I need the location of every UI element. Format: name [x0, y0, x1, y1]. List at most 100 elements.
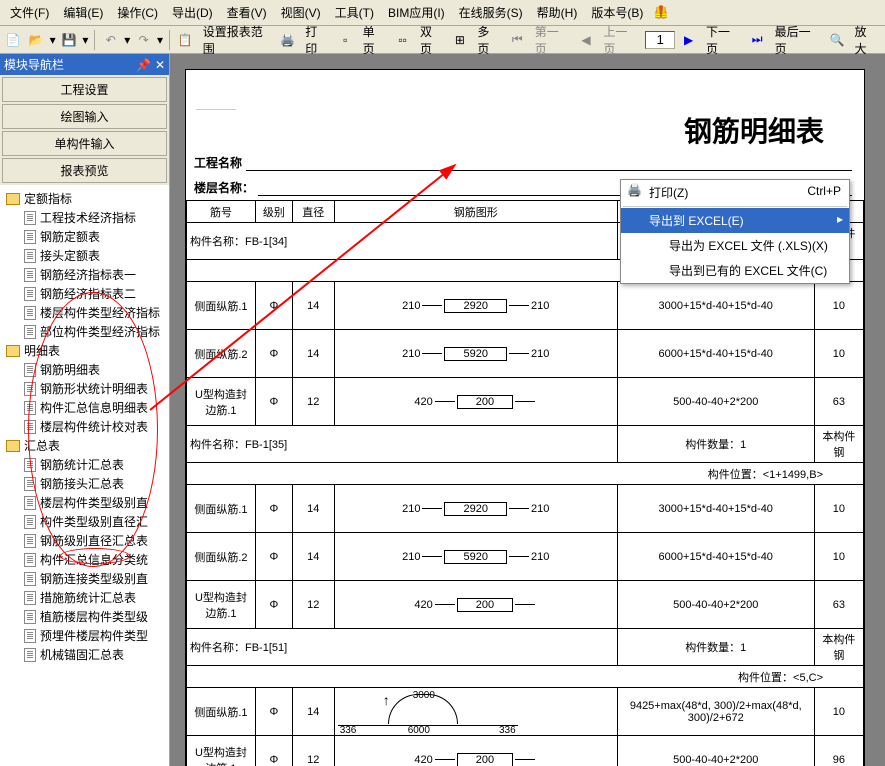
- last-page-icon[interactable]: ⏭: [748, 30, 767, 50]
- tree-item[interactable]: 工程技术经济指标: [2, 208, 167, 227]
- report-viewport: 钢筋明细表 工程名称 楼层名称： 筋号级别直径钢筋图形计算公式根数构件名称：FB…: [170, 54, 885, 766]
- bar-calc: 3000+15*d-40+15*d-40: [617, 485, 814, 533]
- bar-shape: 2102920210: [334, 282, 617, 330]
- next-page-icon[interactable]: ▶: [679, 30, 698, 50]
- double-page-button[interactable]: 双页: [416, 23, 447, 57]
- document-icon: [24, 306, 36, 320]
- bar-shape: 3000↑3366000336: [334, 688, 617, 736]
- menu-file[interactable]: 文件(F): [4, 2, 55, 23]
- first-page-icon[interactable]: ⏮: [508, 30, 527, 50]
- open-icon[interactable]: 📂: [27, 30, 46, 50]
- tree-item[interactable]: 接头定额表: [2, 246, 167, 265]
- member-extra: 本构件钢: [814, 629, 863, 666]
- tree-item[interactable]: 钢筋接头汇总表: [2, 474, 167, 493]
- tree-item[interactable]: 楼层构件类型经济指标: [2, 303, 167, 322]
- document-icon: [24, 648, 36, 662]
- tree-item[interactable]: 钢筋统计汇总表: [2, 455, 167, 474]
- document-icon: [24, 363, 36, 377]
- bar-count: 63: [814, 581, 863, 629]
- menu-online[interactable]: 在线服务(S): [453, 2, 529, 23]
- ctx-export-existing[interactable]: 导出到已有的 EXCEL 文件(C): [621, 258, 849, 283]
- multi-page-button[interactable]: 多页: [473, 23, 504, 57]
- zoom-button[interactable]: 放大: [851, 23, 882, 57]
- tree-folder[interactable]: 定额指标: [2, 189, 167, 208]
- range-icon: 📋: [176, 30, 195, 50]
- tree-item[interactable]: 钢筋级别直径汇总表: [2, 531, 167, 550]
- sidebar-btn-report[interactable]: 报表预览: [2, 158, 167, 183]
- bar-level: Φ: [255, 282, 292, 330]
- bar-diameter: 14: [292, 485, 334, 533]
- tree-item[interactable]: 部位构件类型经济指标: [2, 322, 167, 341]
- document-icon: [24, 572, 36, 586]
- tree-folder[interactable]: 汇总表: [2, 436, 167, 455]
- save-icon[interactable]: 💾: [60, 30, 79, 50]
- tree-item[interactable]: 构件汇总信息明细表: [2, 398, 167, 417]
- zoom-icon[interactable]: 🔍: [828, 30, 847, 50]
- menu-help[interactable]: 帮助(H): [531, 2, 584, 23]
- bar-shape: 2105920210: [334, 533, 617, 581]
- sidebar: 模块导航栏 📌✕ 工程设置 绘图输入 单构件输入 报表预览 定额指标工程技术经济…: [0, 54, 170, 766]
- undo-icon[interactable]: ↶: [101, 30, 120, 50]
- page-number-input[interactable]: [645, 31, 675, 49]
- bar-calc: 500-40-40+2*200: [617, 378, 814, 426]
- document-icon: [24, 458, 36, 472]
- tree-item[interactable]: 钢筋经济指标表一: [2, 265, 167, 284]
- bar-shape: 420200: [334, 378, 617, 426]
- bar-name: 侧面纵筋.2: [187, 533, 256, 581]
- hardhat-icon[interactable]: 🦺: [651, 2, 671, 22]
- set-range-button[interactable]: 设置报表范围: [199, 23, 275, 57]
- redo-icon[interactable]: ↷: [134, 30, 153, 50]
- tree-item[interactable]: 钢筋连接类型级别直: [2, 569, 167, 588]
- sidebar-btn-draw[interactable]: 绘图输入: [2, 104, 167, 129]
- tree-item[interactable]: 构件类型级别直径汇: [2, 512, 167, 531]
- menu-export[interactable]: 导出(D): [166, 2, 219, 23]
- member-count: 构件数量：1: [617, 426, 814, 463]
- bar-count: 96: [814, 736, 863, 766]
- menu-version[interactable]: 版本号(B): [585, 2, 649, 23]
- tree-item[interactable]: 钢筋形状统计明细表: [2, 379, 167, 398]
- tree-item[interactable]: 植筋楼层构件类型级: [2, 607, 167, 626]
- tree-item[interactable]: 构件汇总信息分类统: [2, 550, 167, 569]
- ctx-print[interactable]: 🖨️ 打印(Z)Ctrl+P: [621, 180, 849, 205]
- prev-page-icon[interactable]: ◀: [577, 30, 596, 50]
- member-name: 构件名称：FB-1[51]: [187, 629, 618, 666]
- print-button[interactable]: 打印: [301, 23, 332, 57]
- tree-item[interactable]: 措施筋统计汇总表: [2, 588, 167, 607]
- tree-item[interactable]: 楼层构件类型级别直: [2, 493, 167, 512]
- bar-calc: 3000+15*d-40+15*d-40: [617, 282, 814, 330]
- menu-view2[interactable]: 视图(V): [275, 2, 327, 23]
- document-icon: [24, 496, 36, 510]
- sidebar-btn-project[interactable]: 工程设置: [2, 77, 167, 102]
- tree-item[interactable]: 机械锚固汇总表: [2, 645, 167, 664]
- close-icon[interactable]: ✕: [155, 58, 165, 72]
- project-name-label: 工程名称: [194, 154, 242, 171]
- bar-name: 侧面纵筋.1: [187, 485, 256, 533]
- member-name: 构件名称：FB-1[34]: [187, 223, 618, 260]
- document-icon: [24, 268, 36, 282]
- first-page-button[interactable]: 第一页: [531, 23, 573, 57]
- ctx-export-excel[interactable]: 导出到 EXCEL(E)▸: [621, 208, 849, 233]
- menu-bim[interactable]: BIM应用(I): [382, 2, 451, 23]
- ctx-export-xls[interactable]: 导出为 EXCEL 文件 (.XLS)(X): [621, 233, 849, 258]
- new-icon[interactable]: 📄: [4, 30, 23, 50]
- prev-page-button[interactable]: 上一页: [599, 23, 641, 57]
- tree-item[interactable]: 钢筋明细表: [2, 360, 167, 379]
- bar-level: Φ: [255, 688, 292, 736]
- single-page-icon: ▫: [336, 30, 355, 50]
- tree-item[interactable]: 楼层构件统计校对表: [2, 417, 167, 436]
- last-page-button[interactable]: 最后一页: [771, 23, 824, 57]
- tree-item[interactable]: 钢筋定额表: [2, 227, 167, 246]
- next-page-button[interactable]: 下一页: [702, 23, 744, 57]
- tree-folder[interactable]: 明细表: [2, 341, 167, 360]
- menu-view1[interactable]: 查看(V): [221, 2, 273, 23]
- tree-item[interactable]: 钢筋经济指标表二: [2, 284, 167, 303]
- menu-tools[interactable]: 工具(T): [329, 2, 380, 23]
- menu-edit[interactable]: 编辑(E): [57, 2, 109, 23]
- bar-calc: 6000+15*d-40+15*d-40: [617, 330, 814, 378]
- menu-operate[interactable]: 操作(C): [111, 2, 164, 23]
- sidebar-btn-single[interactable]: 单构件输入: [2, 131, 167, 156]
- single-page-button[interactable]: 单页: [359, 23, 390, 57]
- pin-icon[interactable]: 📌: [136, 58, 151, 72]
- tree-item[interactable]: 预埋件楼层构件类型: [2, 626, 167, 645]
- bar-diameter: 12: [292, 581, 334, 629]
